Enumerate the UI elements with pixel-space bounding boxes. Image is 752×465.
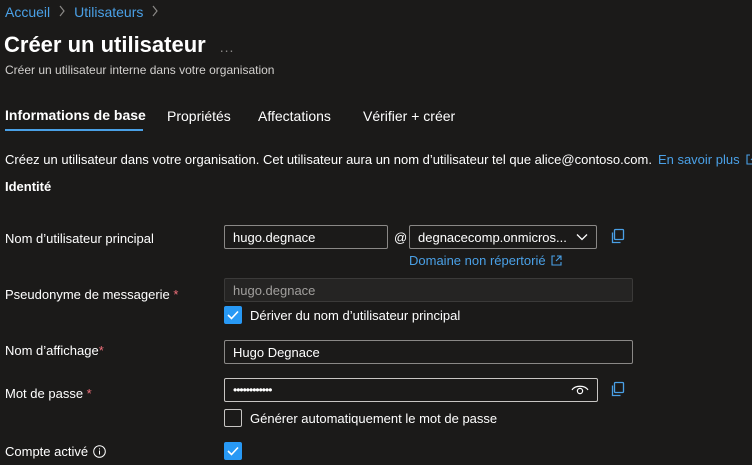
learn-more-link[interactable]: En savoir plus [658, 152, 740, 167]
section-identity: Identité [5, 179, 52, 194]
account-enabled-label: Compte activé [5, 444, 106, 459]
mail-nickname-label-text: Pseudonyme de messagerie [5, 287, 170, 302]
active-tab-indicator [5, 129, 143, 131]
description: Créez un utilisateur dans votre organisa… [5, 152, 752, 167]
external-link-icon [746, 154, 752, 165]
domain-select[interactable]: degnacecomp.onmicros... [409, 225, 597, 249]
more-options-button[interactable]: ... [220, 39, 235, 55]
password-label: Mot de passe * [5, 386, 92, 401]
derive-from-upn-label: Dériver du nom d’utilisateur principal [250, 308, 461, 323]
required-marker: * [173, 287, 179, 302]
required-marker: * [86, 386, 92, 401]
tab-review-create[interactable]: Vérifier + créer [363, 108, 455, 124]
display-name-label: Nom d’affichage* [5, 343, 104, 358]
account-enabled-label-text: Compte activé [5, 444, 89, 459]
page-subtitle: Créer un utilisateur interne dans votre … [5, 63, 275, 77]
tab-assignments[interactable]: Affectations [258, 108, 331, 124]
display-name-label-text: Nom d’affichage [5, 343, 99, 358]
domain-select-value: degnacecomp.onmicros... [418, 229, 567, 245]
unlisted-domain-link[interactable]: Domaine non répertorié [409, 253, 546, 268]
chevron-right-icon [151, 5, 159, 20]
eye-icon[interactable] [571, 384, 589, 396]
at-sign: @ [394, 230, 408, 245]
breadcrumb-home-link[interactable]: Accueil [5, 4, 50, 20]
password-value: •••••••••••• [233, 383, 272, 397]
upn-input[interactable]: hugo.degnace [224, 225, 388, 249]
breadcrumb: Accueil Utilisateurs [5, 4, 159, 20]
breadcrumb-users-link[interactable]: Utilisateurs [74, 4, 143, 20]
autogenerate-password-checkbox[interactable] [224, 409, 242, 427]
mail-nickname-input[interactable]: hugo.degnace [224, 278, 633, 302]
chevron-right-icon [58, 5, 66, 20]
tab-basics[interactable]: Informations de base [5, 107, 146, 123]
mail-nickname-label: Pseudonyme de messagerie * [5, 287, 178, 302]
description-text: Créez un utilisateur dans votre organisa… [5, 152, 652, 167]
domain-link-row: Domaine non répertorié [409, 253, 562, 268]
tab-properties[interactable]: Propriétés [167, 108, 231, 124]
display-name-input[interactable]: Hugo Degnace [224, 340, 633, 364]
account-enabled-checkbox[interactable] [224, 442, 242, 460]
autogenerate-password-label: Générer automatiquement le mot de passe [250, 411, 498, 426]
password-input[interactable]: •••••••••••• [224, 378, 598, 402]
info-icon[interactable] [93, 445, 106, 458]
password-label-text: Mot de passe [5, 386, 84, 401]
page-title: Créer un utilisateur [4, 32, 206, 57]
copy-icon[interactable] [610, 228, 626, 244]
create-user-page: Accueil Utilisateurs Créer un utilisateu… [0, 0, 752, 465]
derive-from-upn-checkbox[interactable] [224, 306, 242, 324]
chevron-down-icon [576, 233, 588, 241]
copy-icon[interactable] [610, 381, 626, 397]
external-link-icon [551, 255, 562, 266]
upn-label: Nom d’utilisateur principal [5, 231, 154, 246]
required-marker: * [98, 343, 104, 358]
